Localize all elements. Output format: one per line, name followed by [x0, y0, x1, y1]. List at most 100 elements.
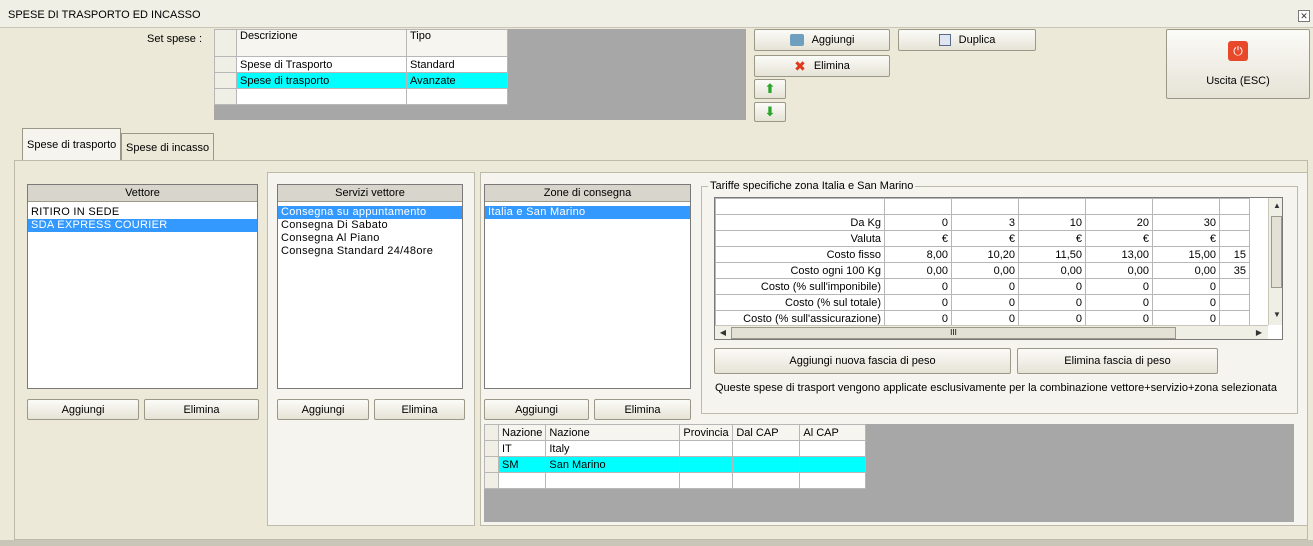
cell-empty[interactable] — [236, 88, 407, 105]
column-header-provincia[interactable]: Provincia — [679, 424, 734, 441]
scroll-left-icon[interactable]: ◀ — [716, 326, 730, 339]
list-item[interactable]: SDA EXPRESS COURIER — [28, 219, 257, 232]
table-row[interactable] — [214, 88, 508, 105]
servizi-elimina-button[interactable]: Elimina — [374, 399, 465, 420]
table-row[interactable]: Spese di Trasporto Standard — [214, 56, 508, 73]
cell-code[interactable]: IT — [497, 440, 547, 457]
list-item[interactable]: Consegna su appuntamento — [278, 206, 462, 219]
tariffe-cell[interactable]: 3 — [951, 214, 1019, 231]
cell-dal-cap[interactable] — [732, 440, 801, 457]
servizi-list[interactable]: Servizi vettore Consegna su appuntamento… — [277, 184, 463, 389]
table-row[interactable]: Spese di trasporto Avanzate — [214, 72, 508, 89]
cell-descrizione[interactable]: Spese di Trasporto — [236, 56, 407, 73]
cell-provincia[interactable] — [679, 456, 734, 473]
tariffe-row[interactable]: Valuta € € € € € — [715, 230, 1250, 247]
tariffe-cell[interactable]: 11,50 — [1018, 246, 1086, 263]
cell-dal-cap[interactable] — [732, 456, 801, 473]
tariffe-cell[interactable]: 13,00 — [1085, 246, 1153, 263]
tariffe-row[interactable]: Da Kg 0 3 10 20 30 — [715, 214, 1250, 231]
list-item[interactable]: Consegna Standard 24/48ore — [278, 245, 462, 258]
aggiungi-set-button[interactable]: Aggiungi — [754, 29, 890, 51]
tariffe-cell[interactable]: € — [1018, 230, 1086, 247]
table-row[interactable]: SM San Marino — [484, 456, 866, 473]
column-header-nazione-code[interactable]: Nazione — [497, 424, 547, 441]
uscita-button[interactable]: ⏻ Uscita (ESC) — [1166, 29, 1310, 99]
cell-name[interactable]: Italy — [545, 440, 681, 457]
vettore-list[interactable]: Vettore RITIRO IN SEDE SDA EXPRESS COURI… — [27, 184, 258, 389]
cell-empty[interactable] — [497, 472, 547, 489]
tariffe-cell[interactable]: 0,00 — [1085, 262, 1153, 279]
move-down-button[interactable]: ⬇ — [754, 102, 786, 122]
tariffe-cell[interactable] — [1219, 230, 1250, 247]
column-header-al-cap[interactable]: Al CAP — [799, 424, 866, 441]
tariffe-cell[interactable]: 0 — [1018, 294, 1086, 311]
zone-list[interactable]: Zone di consegna Italia e San Marino — [484, 184, 691, 389]
row-header[interactable] — [484, 456, 499, 473]
zone-elimina-button[interactable]: Elimina — [594, 399, 691, 420]
zone-aggiungi-button[interactable]: Aggiungi — [484, 399, 589, 420]
cell-name[interactable]: San Marino — [545, 456, 681, 473]
tariffe-cell[interactable]: 0 — [1152, 294, 1220, 311]
tariffe-cell[interactable]: 0 — [1152, 278, 1220, 295]
cell-tipo[interactable]: Standard — [406, 56, 508, 73]
servizi-aggiungi-button[interactable]: Aggiungi — [277, 399, 369, 420]
tariffe-grid[interactable]: Da Kg 0 3 10 20 30 Valuta € € € € € Costo fisso 8,00 1… — [714, 197, 1283, 340]
row-header[interactable] — [214, 72, 237, 89]
cell-descrizione[interactable]: Spese di trasporto — [236, 72, 407, 89]
tab-spese-di-trasporto[interactable]: Spese di trasporto — [22, 128, 122, 161]
tariffe-table[interactable]: Da Kg 0 3 10 20 30 Valuta € € € € € Costo fisso 8,00 1… — [715, 198, 1250, 327]
tariffe-cell[interactable]: 30 — [1152, 214, 1220, 231]
column-header-tipo[interactable]: Tipo — [406, 29, 508, 57]
row-header[interactable] — [214, 56, 237, 73]
tariffe-row[interactable]: Costo fisso 8,00 10,20 11,50 13,00 15,00 15 — [715, 246, 1250, 263]
cell-provincia[interactable] — [679, 440, 734, 457]
aggiungi-fascia-button[interactable]: Aggiungi nuova fascia di peso — [714, 348, 1011, 374]
tariffe-cell[interactable]: 0,00 — [1018, 262, 1086, 279]
duplica-button[interactable]: Duplica — [898, 29, 1036, 51]
tariffe-cell[interactable]: € — [1085, 230, 1153, 247]
tariffe-cell[interactable]: 0,00 — [884, 262, 952, 279]
row-header[interactable] — [484, 472, 499, 489]
tariffe-cell[interactable]: 8,00 — [884, 246, 952, 263]
vettore-aggiungi-button[interactable]: Aggiungi — [27, 399, 139, 420]
scroll-thumb[interactable] — [1271, 216, 1282, 288]
tariffe-cell[interactable] — [1219, 294, 1250, 311]
scroll-down-icon[interactable]: ▼ — [1270, 308, 1282, 322]
scroll-up-icon[interactable]: ▲ — [1270, 199, 1282, 213]
cell-al-cap[interactable] — [799, 456, 866, 473]
move-up-button[interactable]: ⬆ — [754, 79, 786, 99]
tariffe-cell[interactable]: 0 — [1018, 278, 1086, 295]
tariffe-cell[interactable]: 0 — [1085, 278, 1153, 295]
tab-spese-di-incasso[interactable]: Spese di incasso — [121, 133, 215, 161]
list-item[interactable]: Consegna Di Sabato — [278, 219, 462, 232]
close-icon[interactable]: ✕ — [1298, 10, 1310, 22]
tariffe-cell[interactable]: 0 — [951, 294, 1019, 311]
hscroll-thumb[interactable]: III — [731, 327, 1176, 339]
scroll-right-icon[interactable]: ▶ — [1252, 326, 1266, 339]
list-item[interactable]: Consegna Al Piano — [278, 232, 462, 245]
set-spese-grid[interactable]: Descrizione Tipo Spese di Trasporto Stan… — [214, 29, 508, 105]
tariffe-cell[interactable]: 0,00 — [951, 262, 1019, 279]
table-row[interactable]: IT Italy — [484, 440, 866, 457]
tariffe-cell[interactable] — [1219, 278, 1250, 295]
tariffe-cell[interactable]: 0 — [1085, 294, 1153, 311]
tariffe-cell[interactable]: 15 — [1219, 246, 1250, 263]
cell-al-cap[interactable] — [799, 440, 866, 457]
column-header-descrizione[interactable]: Descrizione — [236, 29, 407, 57]
cell-code[interactable]: SM — [497, 456, 547, 473]
tariffe-cell[interactable]: 0 — [884, 214, 952, 231]
tariffe-cell[interactable]: 10,20 — [951, 246, 1019, 263]
elimina-fascia-button[interactable]: Elimina fascia di peso — [1017, 348, 1218, 374]
tariffe-cell[interactable]: 0 — [884, 294, 952, 311]
tariffe-row[interactable]: Costo (% sull'imponibile) 0 0 0 0 0 — [715, 278, 1250, 295]
tariffe-cell[interactable]: 20 — [1085, 214, 1153, 231]
cell-empty[interactable] — [545, 472, 681, 489]
nazioni-grid[interactable]: Nazione Nazione Provincia Dal CAP Al CAP… — [484, 424, 866, 489]
tariffe-cell[interactable]: 15,00 — [1152, 246, 1220, 263]
elimina-set-button[interactable]: ✖ Elimina — [754, 55, 890, 77]
list-item[interactable]: RITIRO IN SEDE — [28, 206, 257, 219]
tariffe-row[interactable]: Costo (% sul totale) 0 0 0 0 0 — [715, 294, 1250, 311]
row-header[interactable] — [484, 440, 499, 457]
tariffe-hscrollbar[interactable]: ◀ III ▶ — [715, 325, 1268, 339]
tariffe-cell[interactable]: 35 — [1219, 262, 1250, 279]
